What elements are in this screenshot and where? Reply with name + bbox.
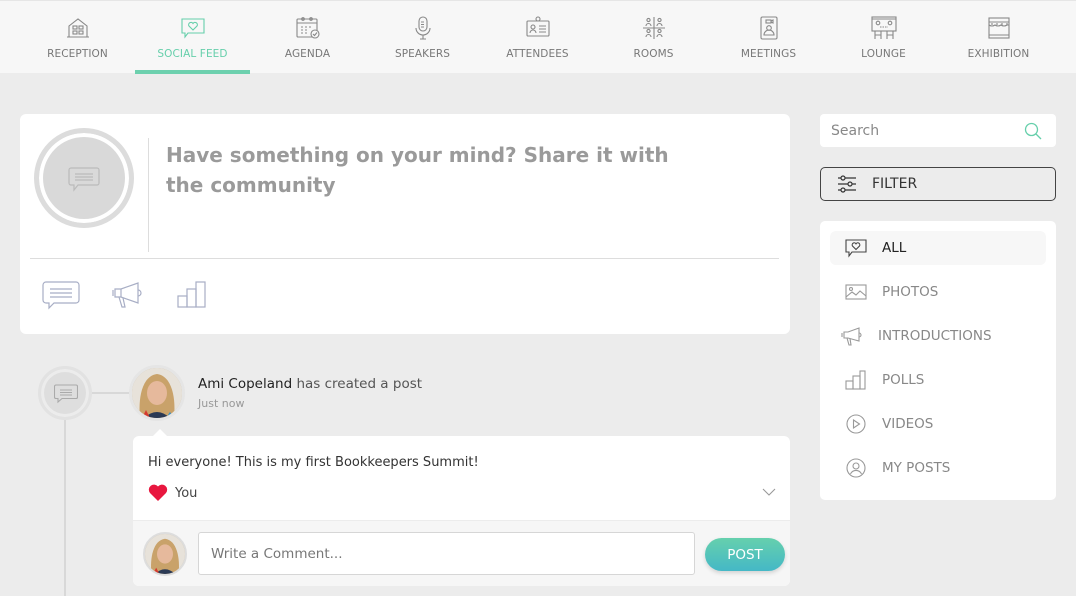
filter-label: ALL bbox=[882, 240, 907, 256]
post-text: Hi everyone! This is my first Bookkeeper… bbox=[148, 455, 479, 470]
nav-reception[interactable]: RECEPTION bbox=[20, 1, 135, 74]
filter-label: INTRODUCTIONS bbox=[878, 328, 992, 344]
id-card-icon bbox=[525, 16, 550, 37]
video-badge-icon bbox=[759, 16, 778, 40]
nav-agenda[interactable]: AGENDA bbox=[250, 1, 365, 74]
introduction-post-button[interactable] bbox=[110, 280, 150, 312]
filter-photos[interactable]: PHOTOS bbox=[830, 275, 1046, 309]
post-comment-button[interactable]: POST bbox=[705, 538, 785, 571]
nav-rooms[interactable]: ROOMS bbox=[596, 1, 711, 74]
chat-heart-icon bbox=[180, 18, 205, 39]
poll-post-button[interactable] bbox=[176, 280, 216, 312]
top-navigation: RECEPTION SOCIAL FEED AGENDA SPEAKERS AT… bbox=[0, 0, 1076, 74]
chat-heart-icon bbox=[845, 239, 867, 258]
post-composer: Have something on your mind? Share it wi… bbox=[20, 114, 790, 334]
calendar-check-icon bbox=[295, 17, 320, 39]
nav-label: ROOMS bbox=[633, 48, 674, 60]
nav-label: ATTENDEES bbox=[506, 48, 569, 60]
image-icon bbox=[845, 284, 867, 300]
composer-avatar bbox=[34, 128, 134, 228]
heart-icon bbox=[148, 484, 168, 501]
comment-section: POST bbox=[133, 520, 790, 586]
timeline-line bbox=[64, 420, 66, 596]
nav-label: SPEAKERS bbox=[394, 48, 451, 60]
filter-label: FILTER bbox=[872, 176, 918, 192]
lounge-icon bbox=[870, 16, 897, 39]
filter-introductions[interactable]: INTRODUCTIONS bbox=[830, 319, 1046, 353]
message-icon bbox=[42, 281, 80, 310]
nav-label: RECEPTION bbox=[47, 48, 108, 60]
filter-label: PHOTOS bbox=[882, 284, 939, 300]
user-circle-icon bbox=[846, 458, 866, 478]
rooms-icon bbox=[642, 17, 665, 39]
composer-prompt[interactable]: Have something on your mind? Share it wi… bbox=[166, 140, 686, 200]
megaphone-icon bbox=[841, 327, 862, 346]
nav-label: SOCIAL FEED bbox=[157, 48, 228, 60]
post-header: Ami Copeland has created a post bbox=[198, 376, 422, 392]
nav-exhibition[interactable]: EXHIBITION bbox=[941, 1, 1056, 74]
filter-my-posts[interactable]: MY POSTS bbox=[830, 451, 1046, 485]
comment-input[interactable] bbox=[198, 532, 695, 575]
nav-meetings[interactable]: MEETINGS bbox=[711, 1, 826, 74]
post-action: has created a post bbox=[296, 376, 423, 392]
text-post-button[interactable] bbox=[42, 280, 82, 312]
filter-label: MY POSTS bbox=[882, 460, 951, 476]
message-icon bbox=[54, 384, 78, 404]
booth-icon bbox=[987, 17, 1010, 39]
like-reaction[interactable]: You bbox=[148, 484, 197, 502]
search-box bbox=[820, 114, 1056, 147]
reaction-users: You bbox=[175, 485, 198, 501]
filter-all[interactable]: ALL bbox=[830, 231, 1046, 265]
timeline-connector bbox=[92, 392, 132, 394]
megaphone-icon bbox=[112, 282, 142, 308]
filter-button[interactable]: FILTER bbox=[820, 167, 1056, 201]
nav-label: MEETINGS bbox=[740, 48, 797, 60]
post-card: Hi everyone! This is my first Bookkeeper… bbox=[133, 429, 790, 586]
filter-videos[interactable]: VIDEOS bbox=[830, 407, 1046, 441]
nav-label: LOUNGE bbox=[861, 48, 906, 60]
nav-label: EXHIBITION bbox=[967, 48, 1030, 60]
sliders-icon bbox=[838, 175, 856, 193]
nav-social-feed[interactable]: SOCIAL FEED bbox=[135, 1, 250, 74]
active-tab-indicator bbox=[135, 70, 250, 74]
poll-icon bbox=[177, 281, 206, 308]
filter-label: POLLS bbox=[882, 372, 925, 388]
search-input[interactable] bbox=[820, 114, 1020, 147]
post-card-pointer bbox=[153, 429, 167, 436]
filter-polls[interactable]: POLLS bbox=[830, 363, 1046, 397]
filter-label: VIDEOS bbox=[882, 416, 934, 432]
message-icon bbox=[68, 167, 100, 192]
divider bbox=[148, 138, 149, 252]
post-timestamp: Just now bbox=[198, 397, 245, 410]
nav-lounge[interactable]: LOUNGE bbox=[826, 1, 941, 74]
search-icon[interactable] bbox=[1024, 122, 1042, 140]
microphone-icon bbox=[414, 16, 431, 40]
timeline-post-marker bbox=[38, 366, 92, 420]
chevron-down-icon[interactable] bbox=[762, 488, 776, 497]
nav-speakers[interactable]: SPEAKERS bbox=[365, 1, 480, 74]
play-circle-icon bbox=[846, 414, 866, 434]
poll-icon bbox=[845, 370, 866, 390]
nav-label: AGENDA bbox=[284, 48, 331, 60]
current-user-avatar bbox=[143, 532, 187, 576]
building-icon bbox=[66, 18, 89, 38]
nav-attendees[interactable]: ATTENDEES bbox=[480, 1, 595, 74]
author-name[interactable]: Ami Copeland bbox=[198, 376, 292, 392]
divider bbox=[30, 258, 779, 259]
author-avatar[interactable] bbox=[129, 365, 185, 421]
filter-list: ALL PHOTOS INTRODUCTIONS POLLS VIDEOS MY… bbox=[820, 221, 1056, 500]
